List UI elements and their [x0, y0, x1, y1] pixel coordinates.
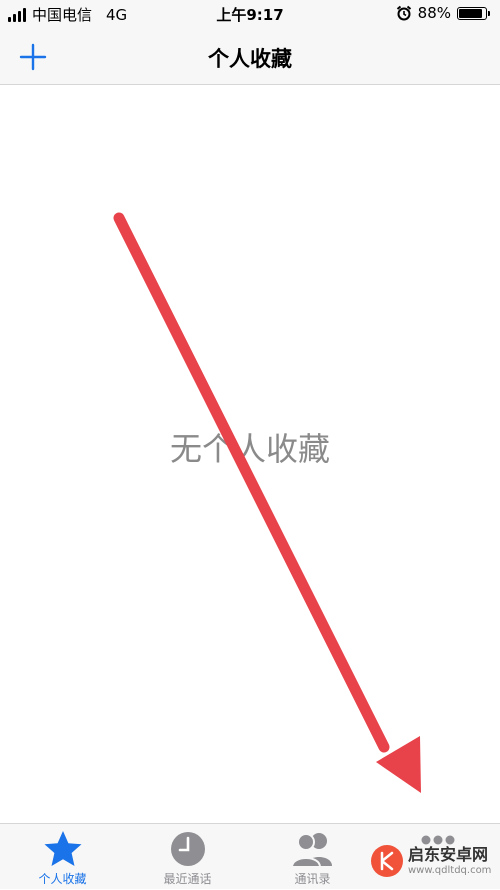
empty-state-message: 无个人收藏 [169, 430, 330, 468]
watermark-logo-icon [371, 845, 403, 877]
watermark-url: www.qdltdq.com [408, 864, 492, 876]
tab-favorites[interactable]: 个人收藏 [0, 824, 125, 890]
tab-label: 通讯录 [294, 872, 331, 886]
battery-icon [457, 6, 490, 20]
battery-percent: 88% [417, 4, 451, 22]
tab-recents[interactable]: 最近通话 [125, 824, 250, 890]
status-right: 88% [396, 4, 490, 22]
star-icon [44, 831, 81, 866]
tab-label: 个人收藏 [38, 872, 87, 886]
watermark: 启东安卓网 www.qdltdq.com [370, 836, 500, 886]
alarm-clock-icon [396, 5, 411, 21]
clock-icon [170, 832, 205, 866]
navigation-bar: 个人收藏 [0, 30, 500, 85]
watermark-name: 启东安卓网 [408, 844, 489, 864]
tab-label: 最近通话 [163, 872, 212, 886]
tab-contacts[interactable]: 通讯录 [250, 824, 375, 890]
page-title: 个人收藏 [208, 47, 292, 71]
contacts-icon [290, 833, 332, 868]
status-bar: 中国电信 4G 上午9:17 88% [0, 0, 500, 30]
